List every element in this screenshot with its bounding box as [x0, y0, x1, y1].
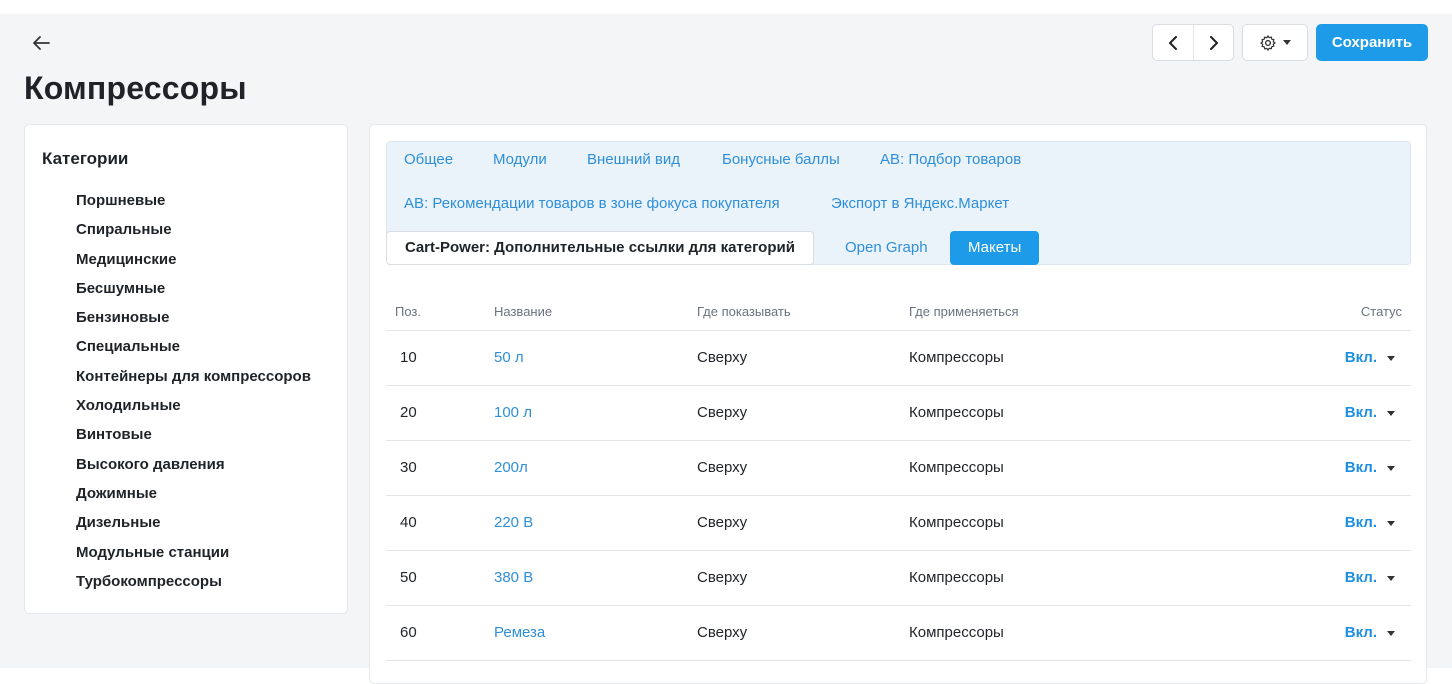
row-where-show: Сверху	[697, 514, 748, 531]
table-row: 40 220 В Сверху Компрессоры Вкл.	[386, 496, 1411, 551]
row-name-link[interactable]: 380 В	[494, 551, 533, 605]
category-item[interactable]: Бесшумные	[76, 279, 311, 308]
table-row: 20 100 л Сверху Компрессоры Вкл.	[386, 386, 1411, 441]
prev-button[interactable]	[1153, 25, 1193, 60]
gear-icon	[1260, 34, 1276, 51]
save-button[interactable]: Сохранить	[1316, 24, 1428, 61]
table-row: 30 200л Сверху Компрессоры Вкл.	[386, 441, 1411, 496]
status-dropdown[interactable]: Вкл.	[1345, 496, 1395, 550]
pager-group	[1152, 24, 1234, 61]
tab-ab-recommendations[interactable]: AB: Рекомендации товаров в зоне фокуса п…	[404, 195, 780, 212]
tab-bonus-points[interactable]: Бонусные баллы	[722, 151, 840, 168]
settings-dropdown-button[interactable]	[1242, 24, 1308, 61]
arrow-left-icon	[33, 36, 50, 50]
category-item[interactable]: Спиральные	[76, 220, 311, 249]
chevron-down-icon	[1387, 630, 1395, 636]
table-row: 10 50 л Сверху Компрессоры Вкл.	[386, 331, 1411, 386]
chevron-down-icon	[1283, 40, 1291, 45]
row-pos: 10	[400, 349, 417, 366]
status-dropdown[interactable]: Вкл.	[1345, 386, 1395, 440]
category-item[interactable]: Дожимные	[76, 484, 311, 513]
row-name-link[interactable]: 100 л	[494, 386, 532, 440]
tab-yandex-market-export[interactable]: Экспорт в Яндекс.Маркет	[831, 195, 1009, 212]
row-where-show: Сверху	[697, 569, 748, 586]
category-item[interactable]: Медицинские	[76, 250, 311, 279]
page-title: Компрессоры	[24, 70, 247, 106]
row-where-apply: Компрессоры	[909, 459, 1004, 476]
status-dropdown[interactable]: Вкл.	[1345, 441, 1395, 495]
row-name-link[interactable]: 220 В	[494, 496, 533, 550]
chevron-down-icon	[1387, 410, 1395, 416]
status-dropdown[interactable]: Вкл.	[1345, 606, 1395, 660]
tab-open-graph[interactable]: Open Graph	[845, 239, 928, 256]
row-where-apply: Компрессоры	[909, 569, 1004, 586]
main-panel: Общее Модули Внешний вид Бонусные баллы …	[369, 124, 1427, 684]
table-row: 50 380 В Сверху Компрессоры Вкл.	[386, 551, 1411, 606]
categories-sidebar: Категории Поршневые Спиральные Медицинск…	[24, 124, 348, 614]
category-item[interactable]: Специальные	[76, 337, 311, 366]
column-header-where-apply[interactable]: Где применяеться	[909, 304, 1019, 319]
row-pos: 20	[400, 404, 417, 421]
page: Компрессоры Сохранить Категории Поршневы…	[0, 14, 1452, 684]
tab-ab-product-selection[interactable]: AB: Подбор товаров	[880, 151, 1021, 168]
toolbar: Сохранить	[1152, 24, 1428, 61]
row-pos: 50	[400, 569, 417, 586]
table-row: 60 Ремеза Сверху Компрессоры Вкл.	[386, 606, 1411, 661]
row-where-apply: Компрессоры	[909, 349, 1004, 366]
category-item[interactable]: Холодильные	[76, 396, 311, 425]
chevron-right-icon	[1209, 35, 1218, 50]
row-name-link[interactable]: 200л	[494, 441, 528, 495]
row-where-apply: Компрессоры	[909, 624, 1004, 641]
row-name-link[interactable]: 50 л	[494, 331, 524, 385]
status-dropdown[interactable]: Вкл.	[1345, 551, 1395, 605]
sidebar-title: Категории	[42, 149, 129, 168]
category-item[interactable]: Винтовые	[76, 425, 311, 454]
column-header-name[interactable]: Название	[494, 304, 552, 319]
tab-cart-power-links[interactable]: Cart-Power: Дополнительные ссылки для ка…	[386, 231, 814, 265]
tab-bar: Общее Модули Внешний вид Бонусные баллы …	[386, 141, 1411, 265]
category-item[interactable]: Турбокомпрессоры	[76, 572, 311, 601]
status-label: Вкл.	[1344, 459, 1377, 476]
chevron-down-icon	[1387, 575, 1395, 581]
row-where-show: Сверху	[697, 404, 748, 421]
row-where-apply: Компрессоры	[909, 404, 1004, 421]
status-label: Вкл.	[1344, 624, 1377, 641]
status-label: Вкл.	[1344, 349, 1377, 366]
status-label: Вкл.	[1344, 514, 1377, 531]
row-where-show: Сверху	[697, 349, 748, 366]
chevron-left-icon	[1169, 35, 1177, 50]
category-item[interactable]: Высокого давления	[76, 455, 311, 484]
status-dropdown[interactable]: Вкл.	[1345, 331, 1395, 385]
row-where-apply: Компрессоры	[909, 514, 1004, 531]
chevron-down-icon	[1387, 355, 1395, 361]
status-label: Вкл.	[1344, 569, 1377, 586]
row-name-link[interactable]: Ремеза	[494, 606, 545, 660]
row-pos: 40	[400, 514, 417, 531]
status-label: Вкл.	[1344, 404, 1377, 421]
row-where-show: Сверху	[697, 459, 748, 476]
back-button[interactable]	[30, 32, 52, 54]
tab-layouts[interactable]: Макеты	[950, 231, 1040, 265]
column-header-where-show[interactable]: Где показывать	[697, 304, 791, 319]
row-pos: 60	[400, 624, 417, 641]
tab-appearance[interactable]: Внешний вид	[587, 151, 680, 168]
category-list: Поршневые Спиральные Медицинские Бесшумн…	[76, 191, 311, 601]
row-where-show: Сверху	[697, 624, 748, 641]
category-item[interactable]: Дизельные	[76, 513, 311, 542]
layouts-table: Поз. Название Где показывать Где применя…	[386, 291, 1411, 661]
tab-general[interactable]: Общее	[404, 151, 453, 168]
column-header-status[interactable]: Статус	[1361, 304, 1402, 319]
category-item[interactable]: Модульные станции	[76, 543, 311, 572]
category-item[interactable]: Контейнеры для компрессоров	[76, 367, 311, 396]
tab-modules[interactable]: Модули	[493, 151, 547, 168]
table-header: Поз. Название Где показывать Где применя…	[386, 291, 1411, 331]
chevron-down-icon	[1387, 465, 1395, 471]
chevron-down-icon	[1387, 520, 1395, 526]
next-button[interactable]	[1193, 25, 1233, 60]
column-header-pos[interactable]: Поз.	[395, 304, 421, 319]
category-item[interactable]: Поршневые	[76, 191, 311, 220]
row-pos: 30	[400, 459, 417, 476]
category-item[interactable]: Бензиновые	[76, 308, 311, 337]
